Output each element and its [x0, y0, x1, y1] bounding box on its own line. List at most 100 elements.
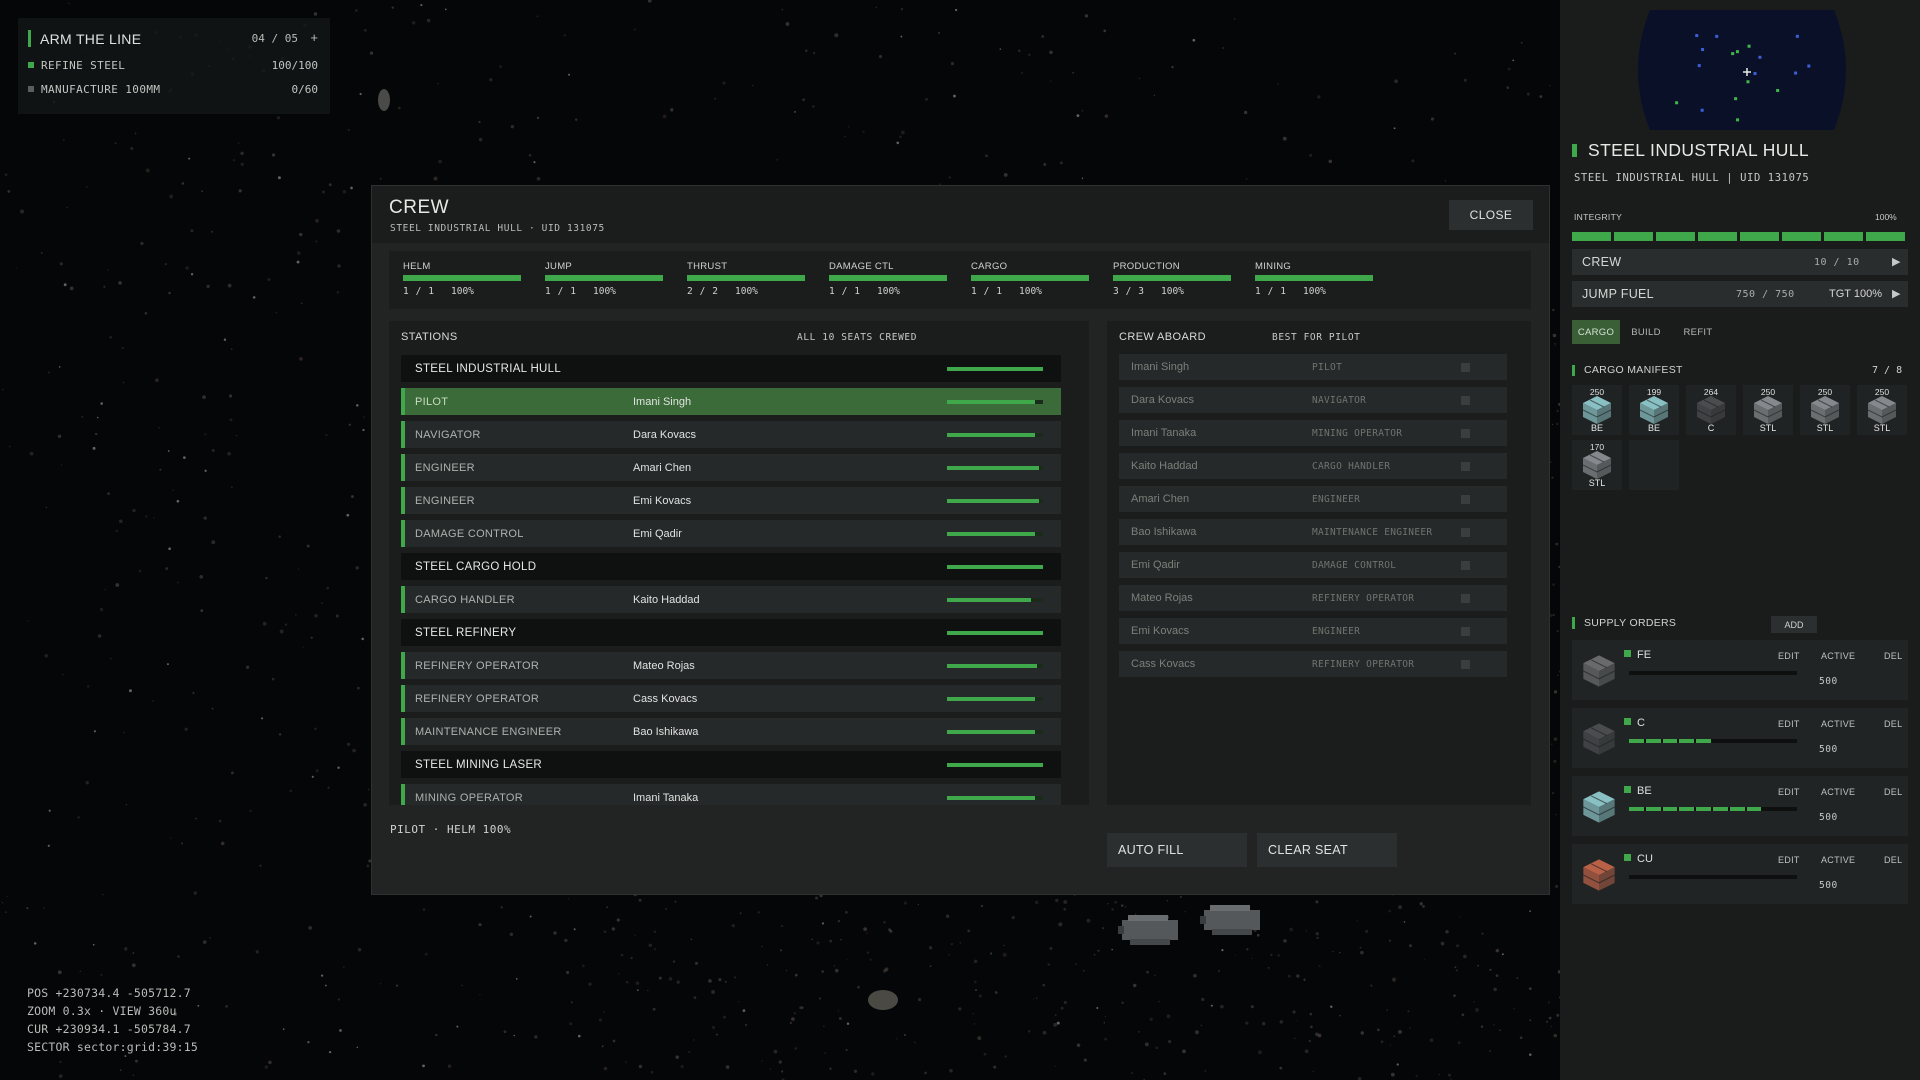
order-progress-segment: [1645, 739, 1661, 743]
modal-title: CREW: [389, 197, 450, 218]
minimap-friendly-marker: [1776, 88, 1780, 92]
crew-role: REFINERY OPERATOR: [1312, 659, 1415, 670]
seat-efficiency-fill: [947, 400, 1036, 404]
jump-fuel-arrow-icon[interactable]: ▶: [1892, 287, 1900, 300]
crew-row[interactable]: Emi Kovacs ENGINEER: [1119, 618, 1507, 644]
seat-efficiency-fill: [947, 730, 1036, 734]
cargo-slot[interactable]: 250 BE: [1572, 385, 1622, 435]
crew-row[interactable]: Amari Chen ENGINEER: [1119, 486, 1507, 512]
tab-cargo[interactable]: CARGO: [1572, 320, 1620, 344]
order-progress-segment: [1713, 807, 1728, 811]
crew-row[interactable]: Dara Kovacs NAVIGATOR: [1119, 387, 1507, 413]
seat-efficiency-fill: [947, 433, 1036, 437]
station-group-row[interactable]: STEEL CARGO HOLD: [401, 553, 1061, 580]
crew-select-checkbox[interactable]: [1461, 429, 1470, 438]
quest-header[interactable]: ARM THE LINE 04 / 05 +: [28, 30, 320, 48]
order-active-toggle[interactable]: ACTIVE: [1821, 719, 1855, 729]
crew-role: PILOT: [1312, 362, 1343, 373]
station-list[interactable]: STEEL INDUSTRIAL HULL PILOT Imani Singh NAV…: [401, 355, 1061, 805]
crew-row-arrow-icon[interactable]: ▶: [1892, 255, 1900, 268]
order-quantity: 500: [1819, 744, 1838, 755]
ship-sprite[interactable]: [1118, 915, 1178, 945]
station-seat-row[interactable]: CARGO HANDLER Kaito Haddad: [401, 586, 1061, 613]
crew-row[interactable]: Mateo Rojas REFINERY OPERATOR: [1119, 585, 1507, 611]
station-seat-row[interactable]: PILOT Imani Singh: [401, 388, 1061, 415]
station-seat-row[interactable]: REFINERY OPERATOR Cass Kovacs: [401, 685, 1061, 712]
quest-objective: MANUFACTURE 100MM 0/60: [28, 83, 320, 97]
cargo-slot[interactable]: 250 STL: [1743, 385, 1793, 435]
station-seat-row[interactable]: MINING OPERATOR Imani Tanaka: [401, 784, 1061, 805]
order-edit-button[interactable]: EDIT: [1778, 651, 1800, 661]
crew-row[interactable]: CREW 10 / 10 ▶: [1572, 249, 1908, 275]
crew-name: Imani Tanaka: [1131, 427, 1197, 439]
order-edit-button[interactable]: EDIT: [1778, 855, 1800, 865]
cargo-code: STL: [1588, 478, 1606, 488]
order-edit-button[interactable]: EDIT: [1778, 719, 1800, 729]
crew-select-checkbox[interactable]: [1461, 396, 1470, 405]
crew-select-checkbox[interactable]: [1461, 627, 1470, 636]
crew-row[interactable]: Kaito Haddad CARGO HANDLER: [1119, 453, 1507, 479]
ship-sprite[interactable]: [1200, 905, 1260, 935]
station-group-row[interactable]: STEEL MINING LASER: [401, 751, 1061, 778]
crew-row[interactable]: Cass Kovacs REFINERY OPERATOR: [1119, 651, 1507, 677]
cargo-qty: 250: [1817, 387, 1833, 397]
minimap-view: [1638, 10, 1846, 130]
crew-select-checkbox[interactable]: [1461, 561, 1470, 570]
station-seat-row[interactable]: MAINTENANCE ENGINEER Bao Ishikawa: [401, 718, 1061, 745]
minimap[interactable]: [1632, 10, 1852, 130]
crew-select-checkbox[interactable]: [1461, 660, 1470, 669]
tab-refit[interactable]: REFIT: [1675, 320, 1721, 344]
station-seat-row[interactable]: DAMAGE CONTROL Emi Qadir: [401, 520, 1061, 547]
integrity-segment: [1698, 232, 1737, 241]
station-group-row[interactable]: STEEL REFINERY: [401, 619, 1061, 646]
minimap-contact-marker: [1795, 34, 1799, 38]
station-stat: PRODUCTION 3 / 3 100%: [1113, 261, 1233, 301]
quest-tracker: ARM THE LINE 04 / 05 + REFINE STEEL 100/1…: [18, 18, 330, 114]
crew-select-checkbox[interactable]: [1461, 363, 1470, 372]
tab-build[interactable]: BUILD: [1623, 320, 1669, 344]
crew-select-checkbox[interactable]: [1461, 528, 1470, 537]
clear-seat-button[interactable]: CLEAR SEAT: [1257, 833, 1397, 867]
minimap-friendly-marker: [1734, 97, 1738, 101]
order-active-toggle[interactable]: ACTIVE: [1821, 787, 1855, 797]
order-delete-button[interactable]: DEL: [1884, 651, 1902, 661]
crew-best-filter: BEST FOR PILOT: [1272, 332, 1361, 343]
order-active-toggle[interactable]: ACTIVE: [1821, 651, 1855, 661]
seat-efficiency-bar: [947, 433, 1043, 437]
cargo-crate-icon: [1582, 396, 1612, 424]
order-delete-button[interactable]: DEL: [1884, 719, 1902, 729]
stat-bar-fill: [971, 275, 1089, 281]
crew-row[interactable]: Emi Qadir DAMAGE CONTROL: [1119, 552, 1507, 578]
station-group-row[interactable]: STEEL INDUSTRIAL HULL: [401, 355, 1061, 382]
cargo-slot[interactable]: 250 STL: [1857, 385, 1907, 435]
station-seat-row[interactable]: NAVIGATOR Dara Kovacs: [401, 421, 1061, 448]
crew-select-checkbox[interactable]: [1461, 594, 1470, 603]
crew-row[interactable]: Imani Tanaka MINING OPERATOR: [1119, 420, 1507, 446]
close-button[interactable]: CLOSE: [1449, 200, 1533, 230]
order-delete-button[interactable]: DEL: [1884, 787, 1902, 797]
station-seat-row[interactable]: ENGINEER Amari Chen: [401, 454, 1061, 481]
crew-select-checkbox[interactable]: [1461, 462, 1470, 471]
cargo-crate-icon: [1867, 396, 1897, 424]
crew-name: Amari Chen: [1131, 493, 1190, 505]
add-order-button[interactable]: ADD: [1771, 616, 1817, 633]
crew-row[interactable]: Imani Singh PILOT: [1119, 354, 1507, 380]
cargo-slot[interactable]: 250 STL: [1800, 385, 1850, 435]
crew-select-checkbox[interactable]: [1461, 495, 1470, 504]
jump-fuel-row[interactable]: JUMP FUEL 750 / 750 TGT 100% ▶: [1572, 281, 1908, 307]
cargo-slot[interactable]: 199 BE: [1629, 385, 1679, 435]
crew-row[interactable]: Bao Ishikawa MAINTENANCE ENGINEER: [1119, 519, 1507, 545]
order-delete-button[interactable]: DEL: [1884, 855, 1902, 865]
station-seat-row[interactable]: ENGINEER Emi Kovacs: [401, 487, 1061, 514]
order-edit-button[interactable]: EDIT: [1778, 787, 1800, 797]
seat-efficiency-bar: [947, 664, 1043, 668]
cargo-slot[interactable]: 170 STL: [1572, 440, 1622, 490]
ship-status-indicator: [1572, 144, 1577, 157]
order-active-toggle[interactable]: ACTIVE: [1821, 855, 1855, 865]
cargo-slot[interactable]: 264 C: [1686, 385, 1736, 435]
auto-fill-button[interactable]: AUTO FILL: [1107, 833, 1247, 867]
station-seat-row[interactable]: REFINERY OPERATOR Mateo Rojas: [401, 652, 1061, 679]
order-quantity: 500: [1819, 812, 1838, 823]
cargo-slot-empty[interactable]: [1629, 440, 1679, 490]
quest-expand-icon[interactable]: +: [310, 30, 318, 45]
